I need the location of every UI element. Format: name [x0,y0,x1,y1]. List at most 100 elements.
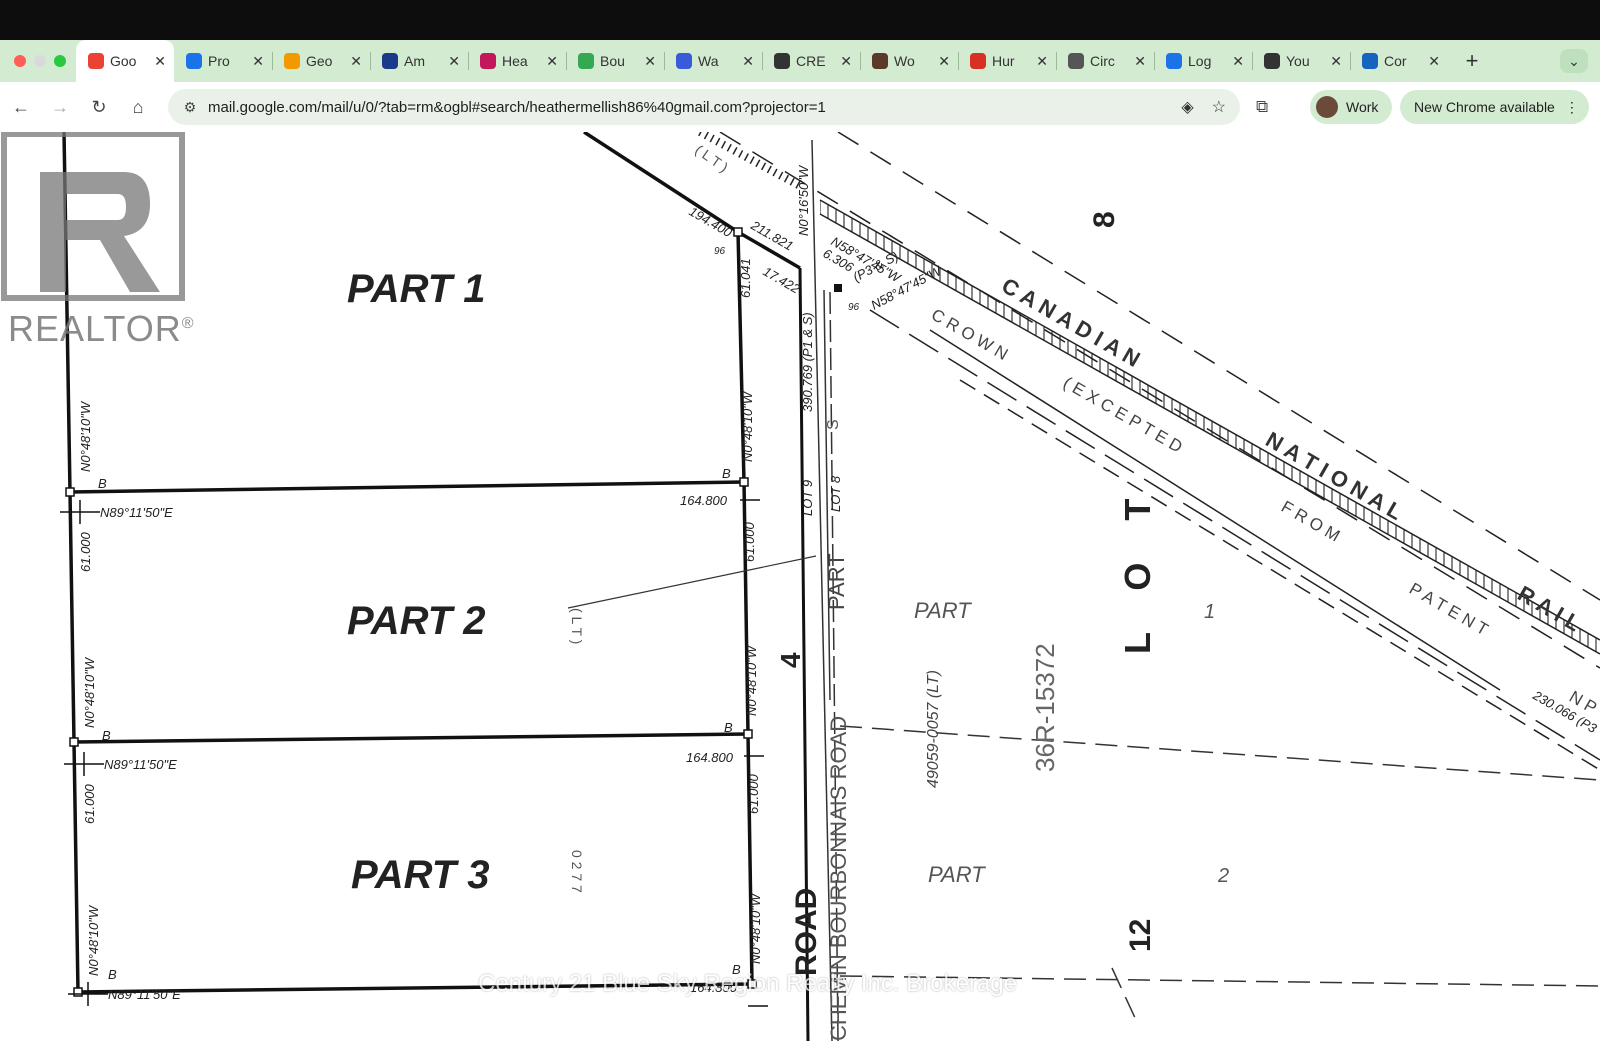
back-button[interactable]: ← [3,89,39,125]
dist-label: 61.041 [738,258,753,298]
close-tab-icon[interactable]: ✕ [1036,53,1048,70]
part-a-label: PART [914,598,972,623]
browser-tab[interactable]: Bou ✕ [566,40,664,82]
bearing-label: N0°48'10"W [82,656,97,728]
close-tab-icon[interactable]: ✕ [1330,53,1342,70]
tab-title: Hea [502,53,528,69]
road-label: ROAD [790,888,823,976]
close-tab-icon[interactable]: ✕ [546,53,558,70]
tab-title: Pro [208,53,230,69]
browser-tab[interactable]: Wa ✕ [664,40,762,82]
close-tab-icon[interactable]: ✕ [938,53,950,70]
browser-tab[interactable]: Circ ✕ [1056,40,1154,82]
close-tab-icon[interactable]: ✕ [840,53,852,70]
update-label: New Chrome available [1414,99,1555,115]
road-number: 4 [775,652,806,668]
part-a-number: 1 [1204,601,1215,623]
close-window-button[interactable] [14,55,26,67]
close-tab-icon[interactable]: ✕ [448,53,460,70]
browser-tab[interactable]: Hea ✕ [468,40,566,82]
bearing-label: N0°48'10"W [78,400,93,472]
playstation-icon [1264,53,1280,69]
bearing-label: N89°11'50"E [108,987,181,1002]
browser-toolbar: ← → ↻ ⌂ ⚙ mail.google.com/mail/u/0/?tab=… [0,82,1600,132]
lot-vertical-label: L O T [1117,483,1158,654]
address-bar[interactable]: ⚙ mail.google.com/mail/u/0/?tab=rm&ogbl#… [168,89,1240,125]
pin-label: 49059-0057 (LT) [925,670,942,788]
lt-label: ( L T ) [569,608,585,644]
tab-title: Wo [894,53,915,69]
browser-tab[interactable]: Hur ✕ [958,40,1056,82]
chart-bars-icon [382,53,398,69]
tab-title: Geo [306,53,333,69]
bearing-label: N0°48'10"W [86,904,101,976]
google-lens-icon[interactable]: ◈ [1181,97,1193,117]
dist-label: 390.769 (P1 & S) [800,312,815,412]
tab-title: Log [1188,53,1212,69]
profile-label: Work [1346,99,1379,115]
reload-button[interactable]: ↻ [81,89,117,125]
dist-label: 164.800 [686,750,734,765]
home-button[interactable]: ⌂ [120,89,156,125]
forward-button[interactable]: → [42,89,78,125]
drive-icon [578,53,594,69]
browser-tab[interactable]: You ✕ [1252,40,1350,82]
plan-label: 36R-15372 [1030,643,1060,772]
bearing-label: N89°11'50"E [100,505,173,520]
browser-tab[interactable]: Goo ✕ [76,40,174,82]
tab-search-button[interactable]: ⌄ [1560,49,1588,73]
profile-button[interactable]: Work [1310,90,1393,124]
browser-tab[interactable]: Log ✕ [1154,40,1252,82]
realtor-logo: REALTOR® [0,132,194,349]
dist-label: 211.821 [748,217,796,254]
tab-title: Wa [698,53,719,69]
survey-plan-image: PART 1 PART 2 PART 3 N0°48'10"W N0°48'10… [60,132,1600,1041]
new-tab-button[interactable]: + [1458,48,1486,74]
browser-tab[interactable]: Cor ✕ [1350,40,1448,82]
browser-tab[interactable]: Geo ✕ [272,40,370,82]
zoom-window-button[interactable] [54,55,66,67]
tab-title: Hur [992,53,1015,69]
close-tab-icon[interactable]: ✕ [1428,53,1440,70]
bookmark-star-icon[interactable]: ☆ [1212,97,1226,117]
realtor-r-icon [1,132,185,301]
tab-strip: Goo ✕ Pro ✕ Geo ✕ Am ✕ Hea ✕ Bou ✕ Wa ✕ CRE ✕ Wo ✕ Hur ✕ Cir… [76,40,1448,82]
wave-icon [676,53,692,69]
close-tab-icon[interactable]: ✕ [1232,53,1244,70]
close-tab-icon[interactable]: ✕ [644,53,656,70]
part-b-label: PART [928,862,986,887]
home-icon [284,53,300,69]
attachment-viewer: PART 1 PART 2 PART 3 N0°48'10"W N0°48'10… [0,132,1600,1041]
dist-label: 61.000 [82,783,97,824]
browser-tab[interactable]: Wo ✕ [860,40,958,82]
close-tab-icon[interactable]: ✕ [742,53,754,70]
bearing-label: N0°16'50"W [796,164,811,236]
site-info-icon[interactable]: ⚙ [176,99,204,116]
accessibility-icon [1166,53,1182,69]
arrow-icon [480,53,496,69]
gmail-icon [88,53,104,69]
close-tab-icon[interactable]: ✕ [252,53,264,70]
omnibox-actions: ◈ ☆ [1181,97,1226,117]
menu-kebab-icon[interactable]: ⋮ [1565,99,1579,116]
lot-number-label: 8 [1088,211,1121,228]
close-tab-icon[interactable]: ✕ [1134,53,1146,70]
close-tab-icon[interactable]: ✕ [154,53,166,70]
extensions-puzzle-icon[interactable]: ⧉ [1256,97,1268,117]
b-label: 96 [848,302,860,313]
browser-tab[interactable]: Pro ✕ [174,40,272,82]
browser-tab[interactable]: CRE ✕ [762,40,860,82]
minimize-window-button[interactable] [34,55,46,67]
dist-label: 194.400 [687,204,736,241]
browser-tab[interactable]: Am ✕ [370,40,468,82]
house-icon [872,53,888,69]
bearing-label: N0°48'10"W [744,644,759,716]
lot-12-label: 12 [1124,919,1157,952]
b-label: B [98,476,107,491]
chrome-update-button[interactable]: New Chrome available ⋮ [1400,90,1589,124]
url-text[interactable]: mail.google.com/mail/u/0/?tab=rm&ogbl#se… [208,99,826,116]
tab-title: Bou [600,53,625,69]
part-1-label: PART 1 [347,267,486,311]
close-tab-icon[interactable]: ✕ [350,53,362,70]
property-icon [186,53,202,69]
